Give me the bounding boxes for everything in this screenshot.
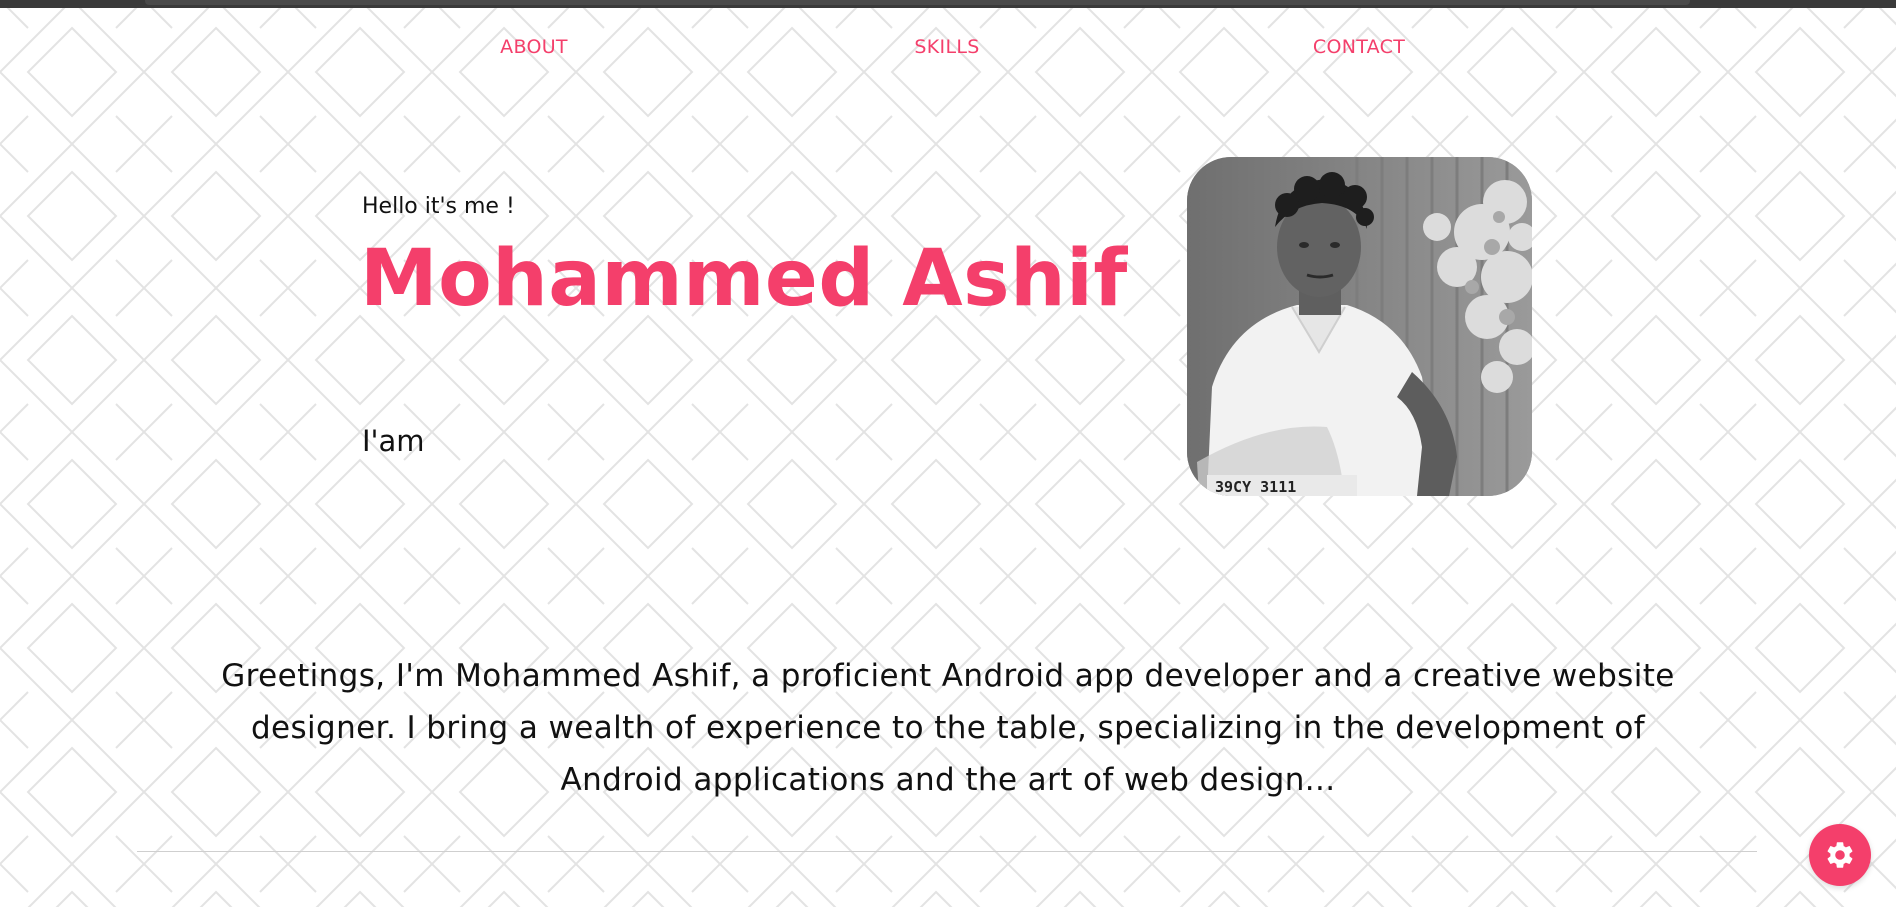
hero-typing-text: I'am [362,424,425,458]
bio-paragraph: Greetings, I'm Mohammed Ashif, a profici… [221,658,1675,798]
profile-photo-illustration: 39CY 3111 [1187,157,1532,496]
hero-greeting: Hello it's me ! [362,194,515,219]
bike-number-plate: 39CY 3111 [1215,478,1296,496]
section-divider [137,851,1757,852]
hero-section: Hello it's me ! Mohammed Ashif I'am 39CY… [0,0,1896,907]
hero-name: Mohammed Ashif [360,234,1128,324]
profile-photo: 39CY 3111 [1187,157,1532,496]
